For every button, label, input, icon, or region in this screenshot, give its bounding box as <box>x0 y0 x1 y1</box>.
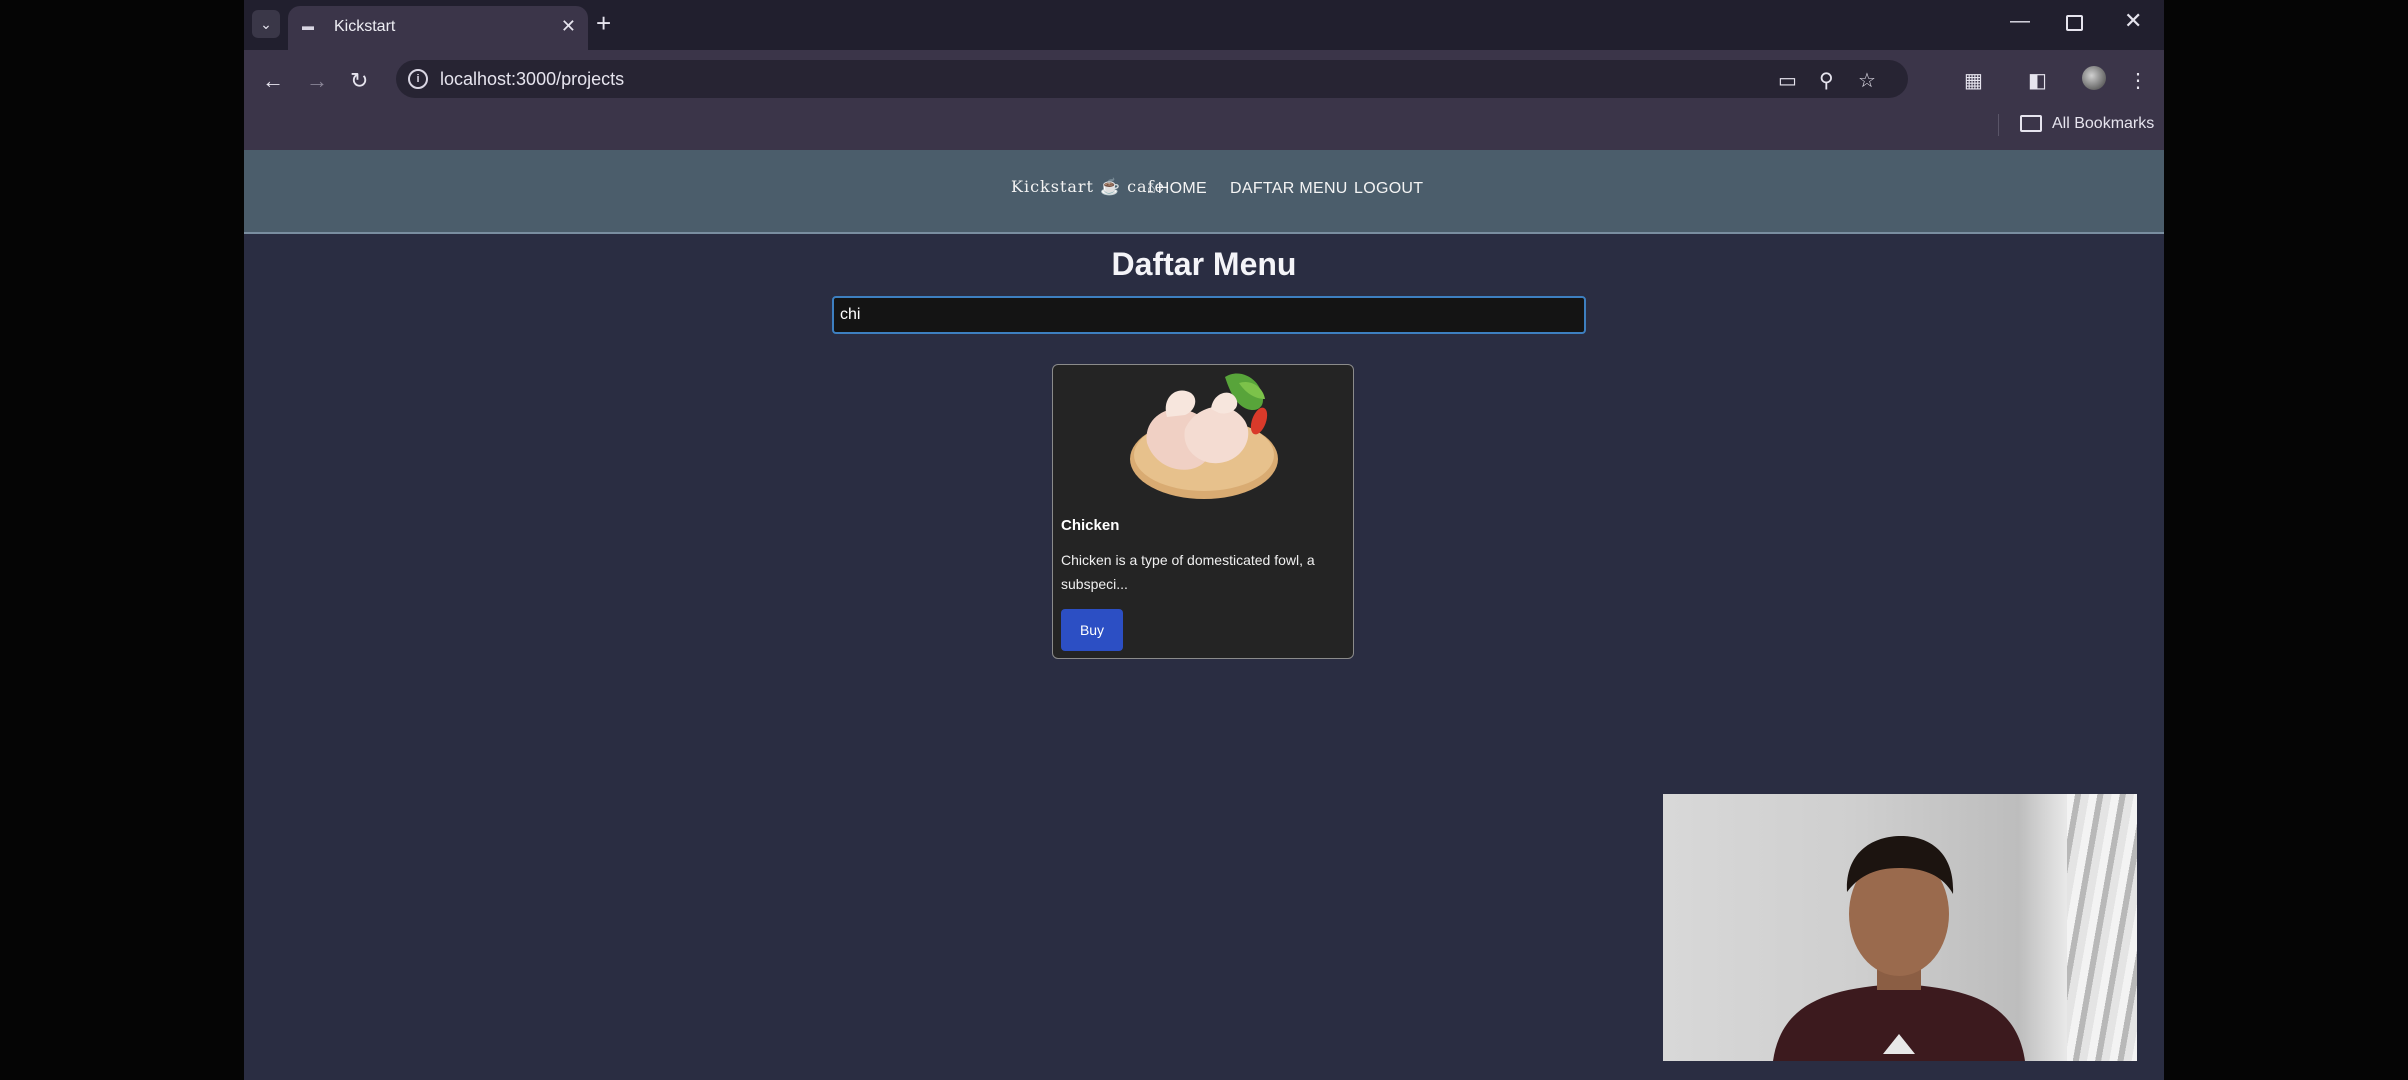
side-panel-icon[interactable]: ◧ <box>2028 68 2047 93</box>
tab-kickstart[interactable]: ▬ Kickstart ✕ <box>288 6 588 50</box>
back-icon[interactable]: ← <box>262 68 284 94</box>
forward-icon[interactable]: → <box>306 68 328 94</box>
extensions-icon[interactable]: ▦ <box>1964 68 1983 93</box>
close-icon[interactable]: ✕ <box>2124 8 2142 34</box>
browser-toolbar: ← → ↻ i localhost:3000/projects ▭ ⚲ ☆ ▦ … <box>244 50 2164 150</box>
all-bookmarks[interactable]: All Bookmarks <box>2020 115 2154 133</box>
page-title: Daftar Menu <box>1111 246 1297 282</box>
tab-title: Kickstart <box>334 18 396 35</box>
info-icon[interactable]: i <box>408 69 428 89</box>
minimize-icon[interactable]: — <box>2010 10 2030 33</box>
all-bookmarks-label: All Bookmarks <box>2052 115 2155 132</box>
chicken-image <box>1130 373 1278 499</box>
tab-list-icon[interactable]: ⌄ <box>252 10 280 38</box>
restore-icon[interactable] <box>2066 15 2083 31</box>
folder-icon <box>2020 115 2042 133</box>
webcam-person <box>1773 836 2025 1061</box>
profile-icon[interactable] <box>2082 66 2106 90</box>
menu-icon[interactable]: ⋮ <box>2128 68 2148 93</box>
star-icon[interactable]: ☆ <box>1858 68 1876 93</box>
plus-icon[interactable]: + <box>596 9 611 37</box>
menu-item-description: Chicken is a type of domesticated fowl, … <box>1061 552 1315 592</box>
menu-item-name: Chicken <box>1061 517 1120 534</box>
favicon-icon: ▬ <box>302 19 314 33</box>
zoom-icon[interactable]: ⚲ <box>1819 68 1834 93</box>
tab-strip: ⌄ ▬ Kickstart ✕ + — ✕ <box>244 0 2164 50</box>
address-bar[interactable]: i localhost:3000/projects ▭ ⚲ ☆ <box>396 60 1908 98</box>
search-input[interactable] <box>832 296 1586 334</box>
url-text[interactable]: localhost:3000/projects <box>440 69 624 90</box>
reload-icon[interactable]: ↻ <box>350 68 368 94</box>
install-icon[interactable]: ▭ <box>1778 68 1797 93</box>
menu-card: Chicken Chicken is a type of domesticate… <box>1052 364 1354 659</box>
close-icon[interactable]: ✕ <box>561 16 576 37</box>
bookmarks-divider <box>1998 114 1999 136</box>
buy-button[interactable]: Buy <box>1061 609 1123 651</box>
webcam-overlay <box>1663 794 2137 1061</box>
